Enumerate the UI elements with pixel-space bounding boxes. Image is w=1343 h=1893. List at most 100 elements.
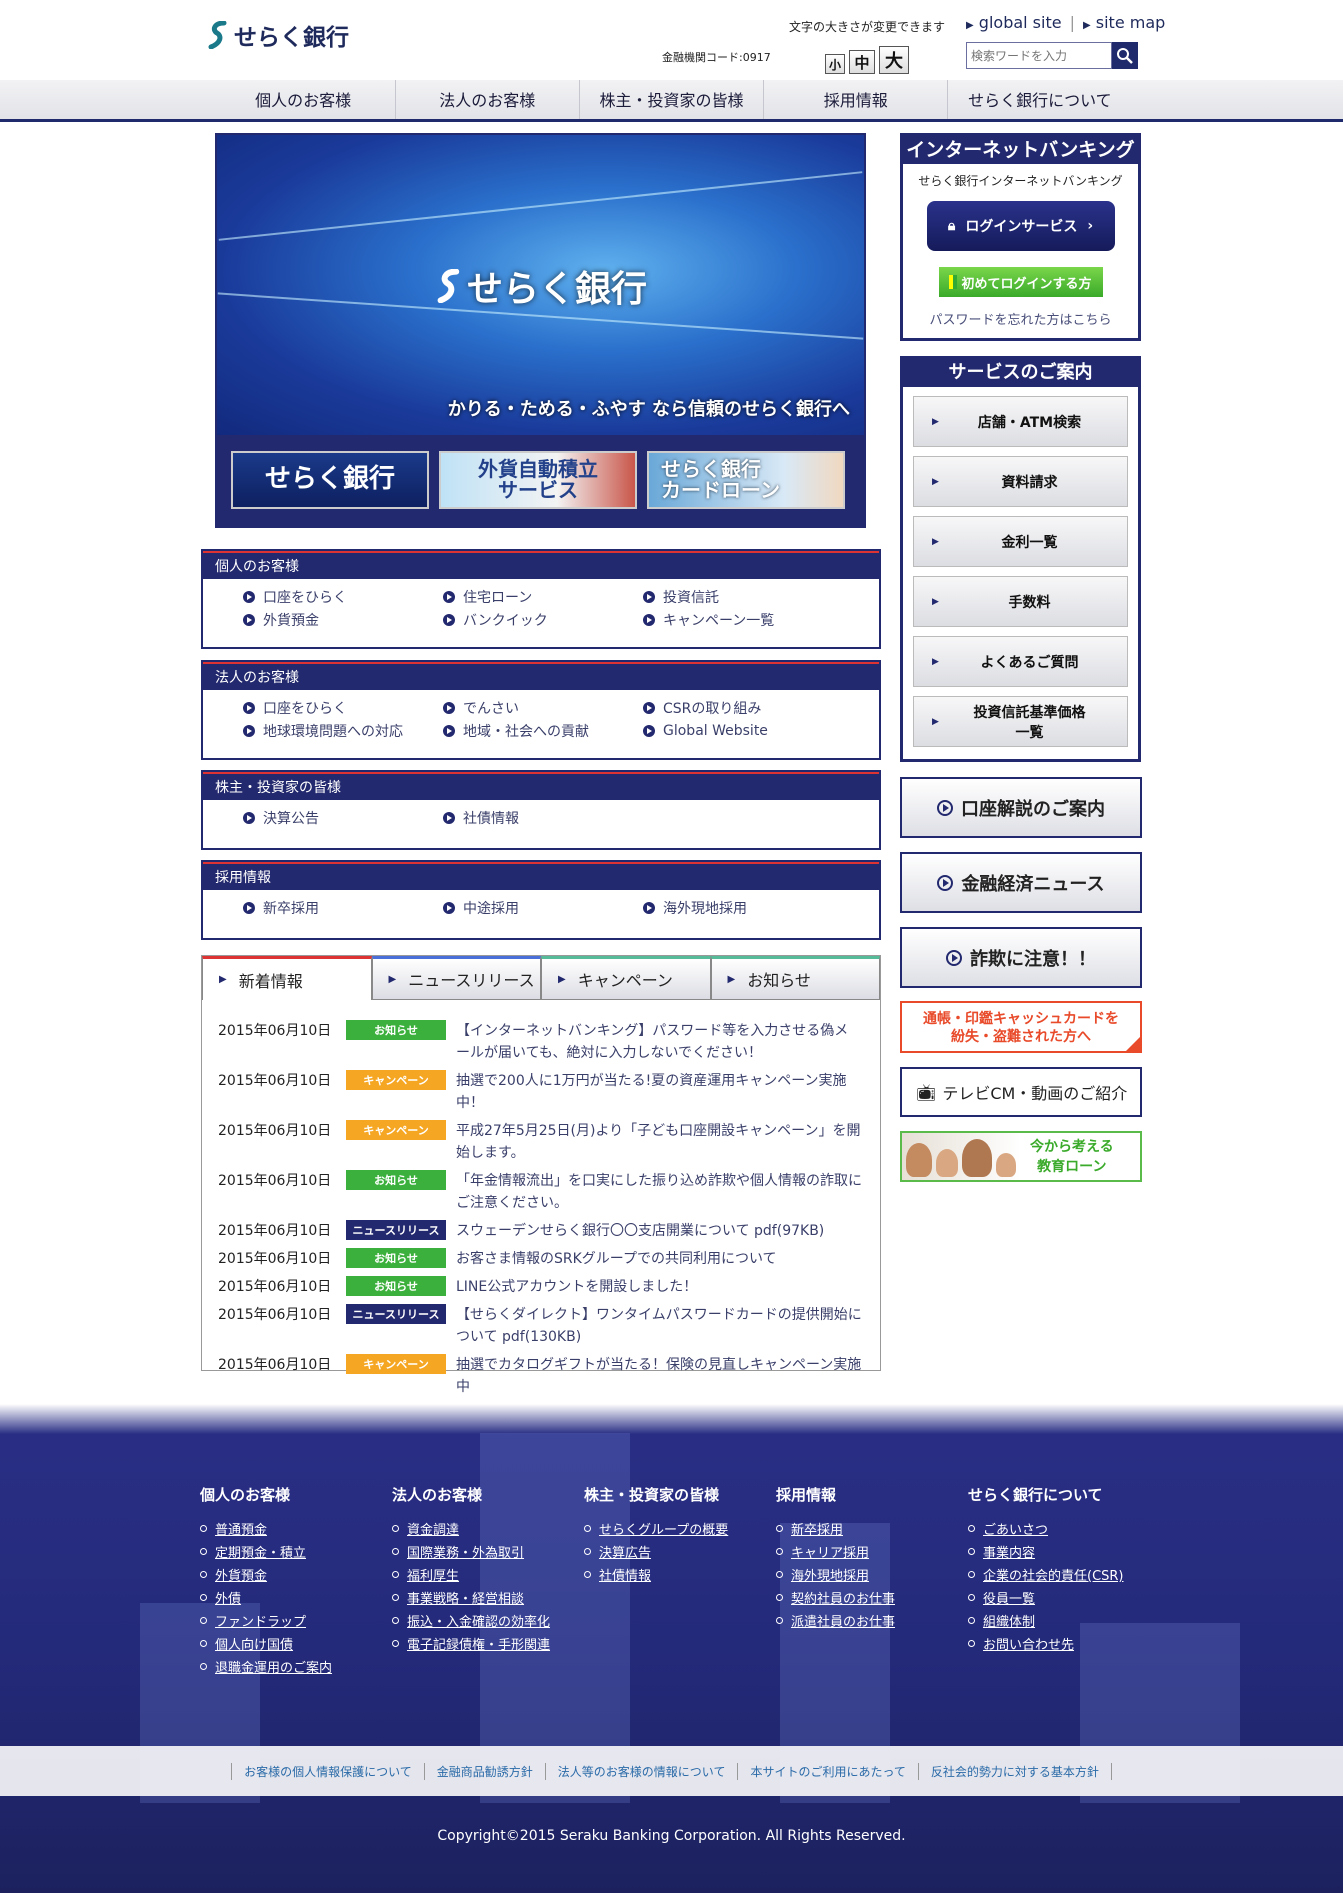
login-service-button[interactable]: 🔒︎ ログインサービス › xyxy=(926,201,1115,251)
font-size-large-button[interactable]: 大 xyxy=(879,46,909,74)
section-corporate: 法人のお客様 口座をひらく でんさい CSRの取り組み 地球環境問題への対応 地… xyxy=(201,660,881,760)
person-figure xyxy=(936,1149,958,1177)
site-map-link[interactable]: ▶ site map xyxy=(1083,13,1165,32)
section-link[interactable]: 海外現地採用 xyxy=(643,898,843,918)
section-link[interactable]: キャンペーン一覧 xyxy=(643,610,843,630)
footer-link[interactable]: 組織体制 xyxy=(968,1611,1160,1630)
news-title-link[interactable]: お客さま情報のSRKグループでの共同利用について xyxy=(456,1248,777,1270)
nav-corporate[interactable]: 法人のお客様 xyxy=(396,80,580,119)
nav-personal[interactable]: 個人のお客様 xyxy=(212,80,396,119)
news-title-link[interactable]: 抽選で200人に1万円が当たる!夏の資産運用キャンペーン実施中！ xyxy=(456,1070,862,1114)
footer-link[interactable]: 個人向け国債 xyxy=(200,1634,392,1653)
fraud-warning-button[interactable]: 詐欺に注意！！ xyxy=(900,927,1142,988)
service-item[interactable]: ▶ よくあるご質問 xyxy=(913,636,1128,687)
footer-policy-link[interactable]: 法人等のお客様の情報について xyxy=(546,1762,739,1780)
footer-fade xyxy=(0,1404,1343,1434)
nav-recruit[interactable]: 採用情報 xyxy=(764,80,949,119)
footer-link[interactable]: 事業内容 xyxy=(968,1542,1160,1561)
tab-campaign[interactable]: ▶ キャンペーン xyxy=(541,956,711,1000)
nav-about[interactable]: せらく銀行について xyxy=(948,80,1131,119)
search-input[interactable] xyxy=(966,42,1112,69)
footer-link[interactable]: 海外現地採用 xyxy=(776,1565,968,1584)
search-button[interactable] xyxy=(1112,42,1138,69)
play-circle-icon xyxy=(937,799,953,816)
font-size-small-button[interactable]: 小 xyxy=(825,54,845,74)
footer-policy-link[interactable]: 本サイトのご利用にあたって xyxy=(738,1762,919,1780)
section-link[interactable]: 新卒採用 xyxy=(243,898,443,918)
section-link[interactable]: 中途採用 xyxy=(443,898,643,918)
footer-link[interactable]: 社債情報 xyxy=(584,1565,776,1584)
forgot-password-link[interactable]: パスワードを忘れた方はこちら xyxy=(903,309,1138,328)
news-title-link[interactable]: 【インターネットバンキング】パスワード等を入力させる偽メールが届いても、絶対に入… xyxy=(456,1020,862,1064)
news-title-link[interactable]: 平成27年5月25日(月)より「子ども口座開設キャンペーン」を開始します。 xyxy=(456,1120,862,1164)
tab-latest[interactable]: ▶ 新着情報 xyxy=(202,956,372,1000)
news-title-link[interactable]: スウェーデンせらく銀行〇〇支店開業について pdf(97KB) xyxy=(456,1220,824,1242)
tab-notice[interactable]: ▶ お知らせ xyxy=(710,956,880,1000)
footer-policy-link[interactable]: 金融商品勧誘方針 xyxy=(425,1762,546,1780)
section-link[interactable]: CSRの取り組み xyxy=(643,698,843,718)
footer-link[interactable]: 電子記録債権・手形関連 xyxy=(392,1634,584,1653)
section-link[interactable]: バンクイック xyxy=(443,610,643,630)
footer-policy-link[interactable]: 反社会的勢力に対する基本方針 xyxy=(919,1762,1112,1780)
footer-link[interactable]: 外貨預金 xyxy=(200,1565,392,1584)
global-site-label: global site xyxy=(978,13,1062,32)
section-link[interactable]: 口座をひらく xyxy=(243,698,443,718)
service-item[interactable]: ▶ 手数料 xyxy=(913,576,1128,627)
nav-investors[interactable]: 株主・投資家の皆様 xyxy=(580,80,765,119)
news-row: 2015年06月10日 ニュースリリース スウェーデンせらく銀行〇〇支店開業について… xyxy=(218,1220,862,1242)
footer-link[interactable]: ファンドラップ xyxy=(200,1611,392,1630)
section-link[interactable]: 住宅ローン xyxy=(443,587,643,607)
section-link[interactable]: 決算公告 xyxy=(243,808,443,828)
tv-cm-banner[interactable]: 📺︎ テレビCM・動画のご紹介 xyxy=(900,1067,1142,1117)
section-link[interactable]: Global Website xyxy=(643,721,843,741)
footer-link[interactable]: 事業戦略・経営相談 xyxy=(392,1588,584,1607)
section-link[interactable]: でんさい xyxy=(443,698,643,718)
footer-link[interactable]: 新卒採用 xyxy=(776,1519,968,1538)
banner-card-loan[interactable]: せらく銀行 カードローン xyxy=(647,451,845,509)
news-title-link[interactable]: 抽選でカタログギフトが当たる！保険の見直しキャンペーン実施中 xyxy=(456,1354,862,1398)
font-size-medium-button[interactable]: 中 xyxy=(849,50,875,74)
section-link[interactable]: 口座をひらく xyxy=(243,587,443,607)
footer-link[interactable]: 契約社員のお仕事 xyxy=(776,1588,968,1607)
section-link[interactable]: 社債情報 xyxy=(443,808,643,828)
finance-news-button[interactable]: 金融経済ニュース xyxy=(900,852,1142,913)
footer-policy-link[interactable]: お客様の個人情報保護について xyxy=(231,1762,425,1780)
footer-link[interactable]: 福利厚生 xyxy=(392,1565,584,1584)
service-item[interactable]: ▶ 資料請求 xyxy=(913,456,1128,507)
section-link[interactable]: 投資信託 xyxy=(643,587,843,607)
footer-link[interactable]: お問い合わせ先 xyxy=(968,1634,1160,1653)
footer-link[interactable]: 退職金運用のご案内 xyxy=(200,1657,392,1676)
news-title-link[interactable]: 「年金情報流出」を口実にした振り込め詐欺や個人情報の詐取にご注意ください。 xyxy=(456,1170,862,1214)
footer-link[interactable]: 企業の社会的責任(CSR) xyxy=(968,1565,1160,1584)
font-size-label: 文字の大きさが変更できます xyxy=(789,20,946,34)
education-loan-banner[interactable]: 今から考える 教育ローン xyxy=(900,1131,1142,1182)
footer-link[interactable]: キャリア採用 xyxy=(776,1542,968,1561)
section-link[interactable]: 地域・社会への貢献 xyxy=(443,721,643,741)
tab-news-release[interactable]: ▶ ニュースリリース xyxy=(371,956,541,1000)
global-site-link[interactable]: ▶ global site xyxy=(966,13,1062,32)
footer-link[interactable]: ごあいさつ xyxy=(968,1519,1160,1538)
first-login-button[interactable]: 初めてログインする方 xyxy=(938,267,1103,297)
footer-link[interactable]: 国際業務・外為取引 xyxy=(392,1542,584,1561)
banner-bank[interactable]: せらく銀行 xyxy=(231,451,429,509)
footer-link[interactable]: 決算広告 xyxy=(584,1542,776,1561)
banner-forex-savings[interactable]: 外貨自動積立 サービス xyxy=(439,451,637,509)
site-logo[interactable]: せらく銀行 xyxy=(208,18,349,52)
footer-link[interactable]: 振込・入金確認の効率化 xyxy=(392,1611,584,1630)
footer-link[interactable]: 派遣社員のお仕事 xyxy=(776,1611,968,1630)
footer-link[interactable]: 外債 xyxy=(200,1588,392,1607)
service-item[interactable]: ▶ 店舗・ATM検索 xyxy=(913,396,1128,447)
news-title-link[interactable]: 【せらくダイレクト】ワンタイムパスワードカードの提供開始について pdf(130… xyxy=(456,1304,862,1348)
footer-link[interactable]: 役員一覧 xyxy=(968,1588,1160,1607)
lost-card-banner[interactable]: 通帳・印鑑キャッシュカードを 紛失・盗難された方へ xyxy=(900,1001,1142,1053)
account-guide-button[interactable]: 口座解説のご案内 xyxy=(900,777,1142,838)
footer-link[interactable]: 定期預金・積立 xyxy=(200,1542,392,1561)
news-title-link[interactable]: LINE公式アカウントを開設しました！ xyxy=(456,1276,697,1298)
section-link[interactable]: 地球環境問題への対応 xyxy=(243,721,443,741)
service-item[interactable]: ▶ 投資信託基準価格一覧 xyxy=(913,696,1128,747)
section-link[interactable]: 外貨預金 xyxy=(243,610,443,630)
footer-link[interactable]: 普通預金 xyxy=(200,1519,392,1538)
footer-link[interactable]: せらくグループの概要 xyxy=(584,1519,776,1538)
footer-link[interactable]: 資金調達 xyxy=(392,1519,584,1538)
service-item[interactable]: ▶ 金利一覧 xyxy=(913,516,1128,567)
